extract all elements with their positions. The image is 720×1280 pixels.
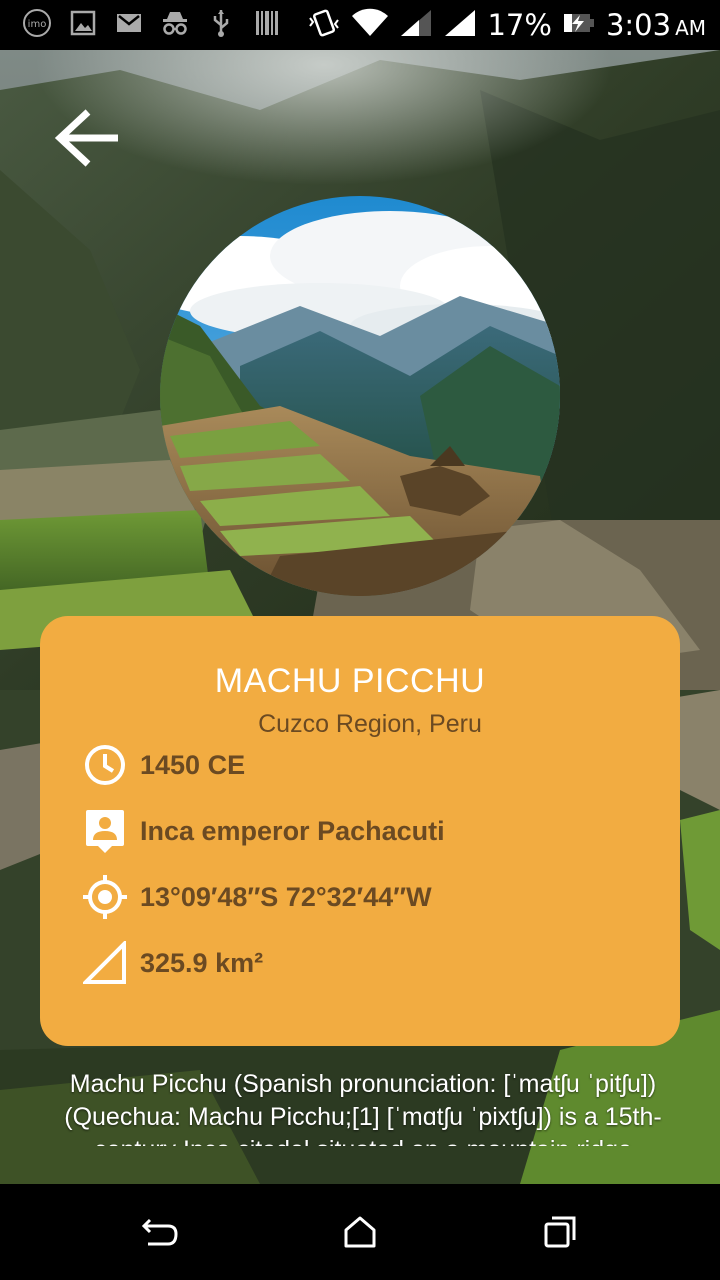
signal-icon-2 (443, 8, 477, 43)
battery-charging-icon (562, 11, 596, 40)
status-bar: imo 17% 3:03 AM (0, 0, 720, 50)
area-text: 325.9 km² (140, 947, 264, 978)
wifi-icon (351, 8, 389, 43)
system-status: 17% 3:03 AM (307, 6, 706, 44)
place-location: Cuzco Region, Peru (258, 710, 482, 738)
clock-time: 3:03 (605, 8, 672, 42)
navigation-bar (0, 1184, 720, 1280)
clock-ampm: AM (675, 16, 706, 40)
mail-icon (114, 8, 144, 38)
nav-home-icon (344, 1216, 376, 1248)
nav-back-icon (141, 1218, 178, 1246)
info-row-coordinates: 13°09′48″S 72°32′44″W (82, 874, 432, 920)
svg-text:imo: imo (28, 19, 47, 30)
place-photo (160, 196, 560, 596)
info-row-area: 325.9 km² (82, 940, 263, 986)
barcode-icon (252, 8, 282, 38)
clock-icon (82, 742, 128, 788)
nav-recents-icon (544, 1216, 576, 1248)
incognito-icon (160, 8, 190, 38)
notification-icons: imo (22, 8, 282, 38)
battery-percent: 17% (487, 8, 552, 42)
arrow-left-icon (54, 109, 118, 167)
founder-text: Inca emperor Pachacuti (140, 815, 445, 846)
nav-recents-button[interactable] (535, 1212, 585, 1252)
year-text: 1450 CE (140, 749, 246, 780)
usb-icon (206, 8, 236, 38)
info-card: MACHU PICCHU Cuzco Region, Peru 1450 CE … (40, 616, 680, 1046)
back-button[interactable] (54, 104, 124, 174)
info-row-year: 1450 CE (82, 742, 245, 788)
vibrate-icon (307, 8, 341, 43)
nav-back-button[interactable] (135, 1212, 185, 1252)
image-icon (68, 8, 98, 38)
place-description: Machu Picchu (Spanish pronunciation: [ˈm… (64, 1070, 662, 1146)
location-target-icon (82, 874, 128, 920)
clock: 3:03 AM (606, 8, 706, 42)
coordinates-text: 13°09′48″S 72°32′44″W (140, 881, 432, 912)
place-name: MACHU PICCHU (214, 662, 486, 700)
area-triangle-icon (82, 940, 128, 986)
info-row-founder: Inca emperor Pachacuti (82, 808, 445, 854)
imo-icon: imo (22, 8, 52, 38)
nav-home-button[interactable] (335, 1212, 385, 1252)
person-icon (82, 808, 128, 854)
signal-icon (399, 8, 433, 43)
